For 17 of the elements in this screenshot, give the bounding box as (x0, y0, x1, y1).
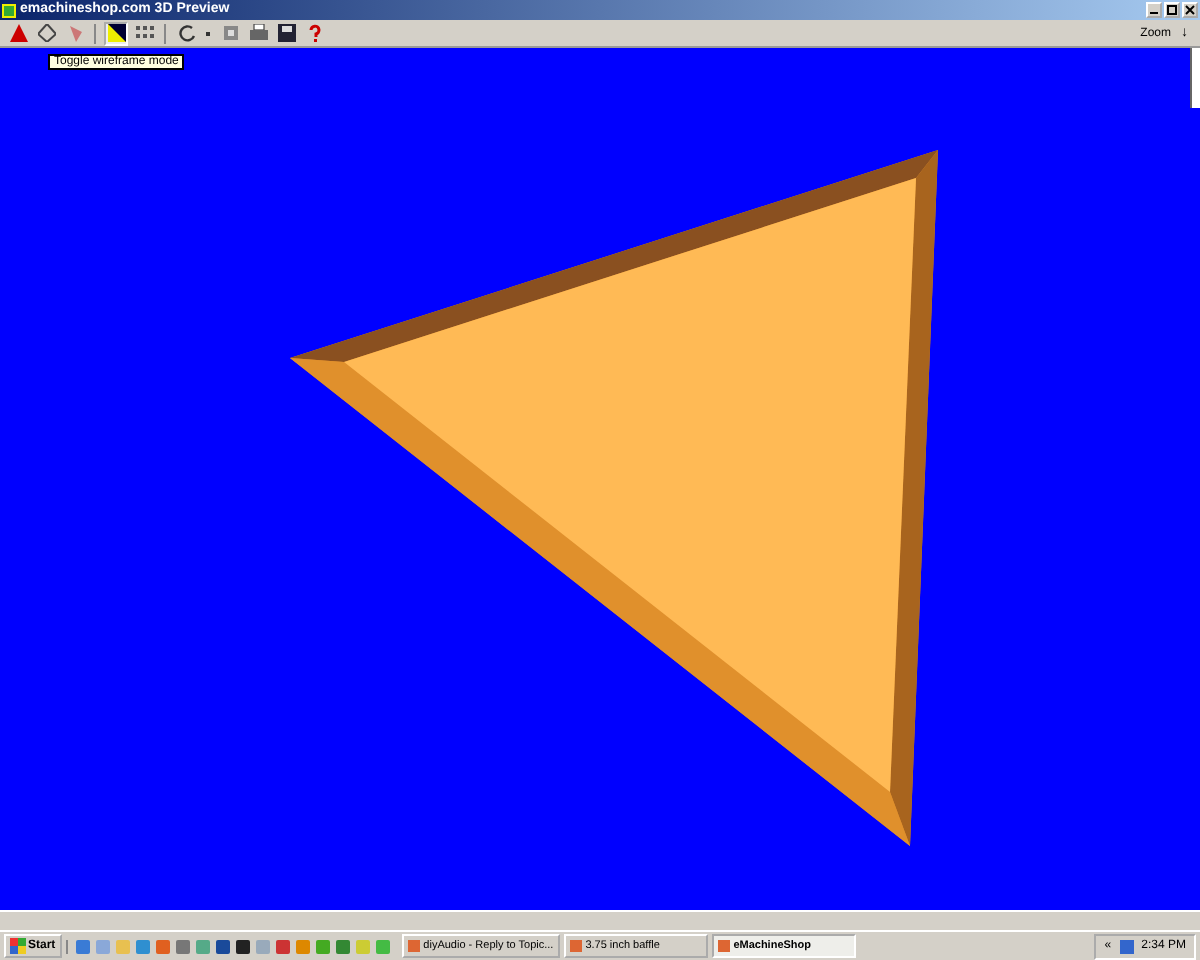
save-icon[interactable] (274, 21, 298, 45)
rotate-icon[interactable] (174, 21, 198, 45)
scrollbar (1190, 48, 1200, 108)
restore-button[interactable] (1164, 2, 1180, 18)
app-icon (2, 3, 16, 17)
network-icon[interactable] (1119, 939, 1134, 953)
flag-icon (10, 938, 26, 954)
app-icon (717, 940, 730, 952)
close-button[interactable] (1182, 2, 1198, 18)
minimize-button[interactable] (1146, 2, 1162, 18)
wireframe-icon[interactable] (104, 21, 128, 45)
shape-icon[interactable] (34, 21, 58, 45)
app-icon (569, 940, 582, 952)
app-icon (407, 940, 420, 952)
close-icon (1184, 4, 1196, 16)
restore-icon (1166, 4, 1178, 16)
print-icon[interactable] (246, 21, 270, 45)
